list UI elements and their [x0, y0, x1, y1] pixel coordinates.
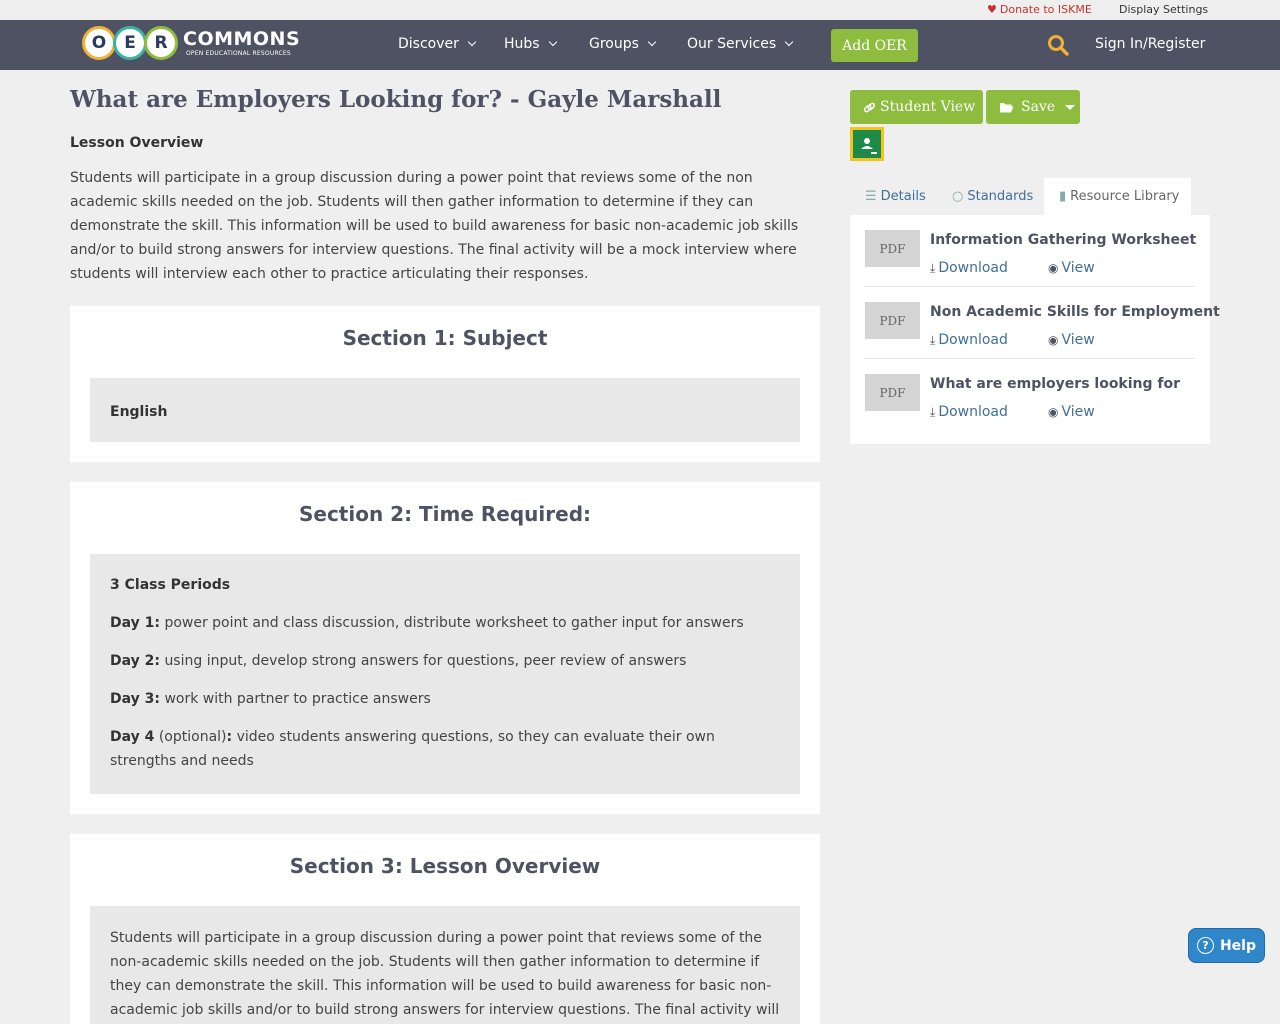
download-link[interactable]: ⤓ Download	[930, 404, 1008, 420]
search-icon[interactable]	[1047, 34, 1069, 56]
nav-groups[interactable]: Groups	[589, 36, 657, 52]
chevron-down-icon	[784, 37, 794, 47]
chevron-down-icon	[548, 37, 557, 47]
section-time-required: Section 2: Time Required: 3 Class Period…	[70, 482, 820, 814]
chevron-down-icon	[467, 37, 477, 47]
day-3: Day 3: work with partner to practice ans…	[110, 691, 431, 707]
resource-tabs: ☰ Details ○ Standards ▮ Resource Library	[850, 178, 1210, 215]
chevron-down-icon	[647, 37, 657, 47]
section-content: 3 Class Periods Day 1: power point and c…	[90, 554, 800, 794]
student-view-button[interactable]: Student View	[850, 90, 983, 124]
section-title: Section 1: Subject	[342, 326, 548, 350]
add-oer-button[interactable]: Add OER	[831, 29, 918, 62]
download-icon: ⤓	[930, 405, 936, 419]
pdf-thumbnail[interactable]: PDF	[865, 230, 920, 267]
section-content: English	[90, 378, 800, 442]
tab-resource-library[interactable]: ▮ Resource Library	[1044, 178, 1191, 215]
pdf-thumbnail[interactable]: PDF	[865, 302, 920, 339]
list-item: PDF Non Academic Skills for Employment ⤓…	[865, 287, 1220, 359]
lesson-overview-text: Students will participate in a group dis…	[70, 170, 799, 282]
tab-standards[interactable]: ○ Standards	[952, 178, 1033, 215]
google-classroom-icon[interactable]	[850, 127, 884, 161]
link-icon	[863, 102, 876, 112]
day-4: Day 4 (optional): video students answeri…	[110, 729, 715, 769]
logo-letter-e: E	[113, 26, 147, 60]
save-dropdown-button[interactable]: Save	[986, 90, 1080, 124]
pdf-thumbnail[interactable]: PDF	[865, 374, 920, 411]
tab-details[interactable]: ☰ Details	[865, 178, 926, 215]
lesson-overview-body: Students will participate in a group dis…	[110, 930, 780, 1018]
display-settings-link[interactable]: Display Settings	[1119, 3, 1208, 16]
list-item: PDF What are employers looking for ⤓ Down…	[865, 359, 1195, 431]
resource-title[interactable]: Information Gathering Worksheet	[930, 232, 1196, 248]
nav-discover[interactable]: Discover	[398, 36, 477, 52]
list-item: PDF Information Gathering Worksheet ⤓ Dow…	[865, 215, 1196, 287]
resource-title[interactable]: Non Academic Skills for Employment	[930, 304, 1220, 320]
download-icon: ⤓	[930, 333, 936, 347]
logo-subtitle: OPEN EDUCATIONAL RESOURCES	[186, 50, 291, 57]
question-icon: ?	[1196, 937, 1214, 954]
page-title: What are Employers Looking for? - Gayle …	[70, 86, 722, 113]
eye-icon: ◉	[1048, 405, 1059, 419]
resource-title[interactable]: What are employers looking for	[930, 376, 1180, 392]
list-icon: ☰	[865, 189, 877, 204]
day-1: Day 1: power point and class discussion,…	[110, 615, 744, 631]
section-lesson-overview: Section 3: Lesson Overview Students will…	[70, 834, 820, 1024]
utility-bar: ♥ Donate to ISKME Display Settings	[0, 0, 1280, 20]
view-link[interactable]: ◉ View	[1048, 404, 1095, 420]
resource-library-panel: PDF Information Gathering Worksheet ⤓ Dow…	[850, 215, 1220, 444]
book-icon: ▮	[1059, 189, 1067, 204]
section-subject: Section 1: Subject English	[70, 306, 820, 462]
section-title: Section 2: Time Required:	[298, 502, 592, 526]
circle-icon: ○	[952, 189, 964, 204]
view-link[interactable]: ◉ View	[1048, 332, 1095, 348]
download-link[interactable]: ⤓ Download	[930, 260, 1008, 276]
nav-our-services[interactable]: Our Services	[687, 36, 794, 52]
download-link[interactable]: ⤓ Download	[930, 332, 1008, 348]
logo-word: COMMONS	[183, 28, 301, 50]
download-icon: ⤓	[930, 261, 936, 275]
lesson-overview-label: Lesson Overview	[70, 135, 204, 151]
help-button[interactable]: ? Help	[1188, 928, 1265, 963]
caret-down-icon	[1065, 104, 1076, 110]
nav-hubs[interactable]: Hubs	[504, 36, 557, 52]
subject-value: English	[110, 404, 168, 420]
eye-icon: ◉	[1048, 333, 1059, 347]
logo-letter-r: R	[144, 26, 178, 60]
view-link[interactable]: ◉ View	[1048, 260, 1095, 276]
sign-in-link[interactable]: Sign In/Register	[1095, 36, 1205, 52]
eye-icon: ◉	[1048, 261, 1059, 275]
section-title: Section 3: Lesson Overview	[289, 854, 601, 878]
logo-letter-o: O	[82, 26, 116, 60]
heart-icon: ♥	[987, 3, 997, 16]
folder-open-icon	[1000, 103, 1014, 113]
donate-link[interactable]: ♥ Donate to ISKME	[987, 3, 1092, 16]
day-2: Day 2: using input, develop strong answe…	[110, 653, 687, 669]
class-periods: 3 Class Periods	[110, 577, 231, 593]
oer-commons-logo[interactable]: O E R COMMONS OPEN EDUCATIONAL RESOURCES	[82, 26, 300, 62]
section-content: Students will participate in a group dis…	[90, 906, 800, 1024]
main-nav: O E R COMMONS OPEN EDUCATIONAL RESOURCES…	[0, 20, 1280, 70]
